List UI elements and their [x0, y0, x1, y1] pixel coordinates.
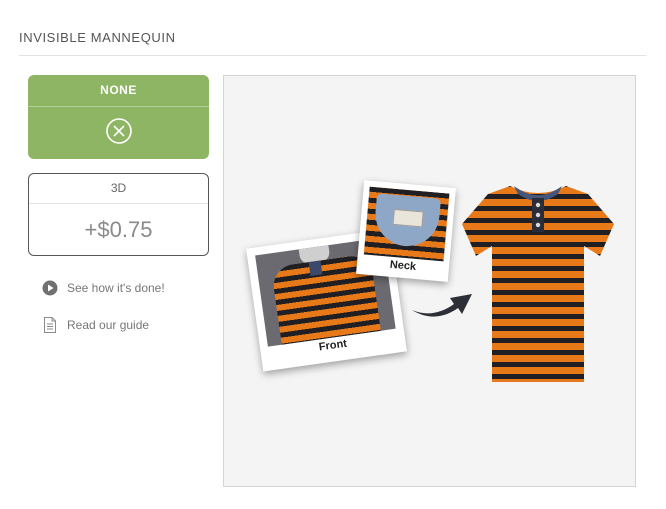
- play-circle-icon: [42, 280, 58, 296]
- option-3d-card[interactable]: 3D +$0.75: [28, 173, 209, 256]
- section-title: INVISIBLE MANNEQUIN: [19, 30, 176, 45]
- neck-photo-image: [363, 186, 450, 262]
- mannequin-preview-panel: Front Neck: [223, 75, 636, 487]
- read-guide-label: Read our guide: [67, 318, 150, 332]
- document-icon: [42, 317, 58, 333]
- close-circle-icon: [105, 117, 133, 150]
- see-how-label: See how it's done!: [67, 281, 165, 295]
- option-3d-label: 3D: [29, 174, 208, 204]
- option-3d-price: +$0.75: [84, 217, 153, 242]
- see-how-link[interactable]: See how it's done!: [42, 280, 165, 296]
- tshirt-image: [458, 182, 618, 393]
- option-none-label: NONE: [28, 75, 209, 107]
- neck-photo: Neck: [356, 180, 456, 282]
- read-guide-link[interactable]: Read our guide: [42, 317, 149, 333]
- section-divider: [19, 55, 646, 56]
- option-none-card[interactable]: NONE: [28, 75, 209, 159]
